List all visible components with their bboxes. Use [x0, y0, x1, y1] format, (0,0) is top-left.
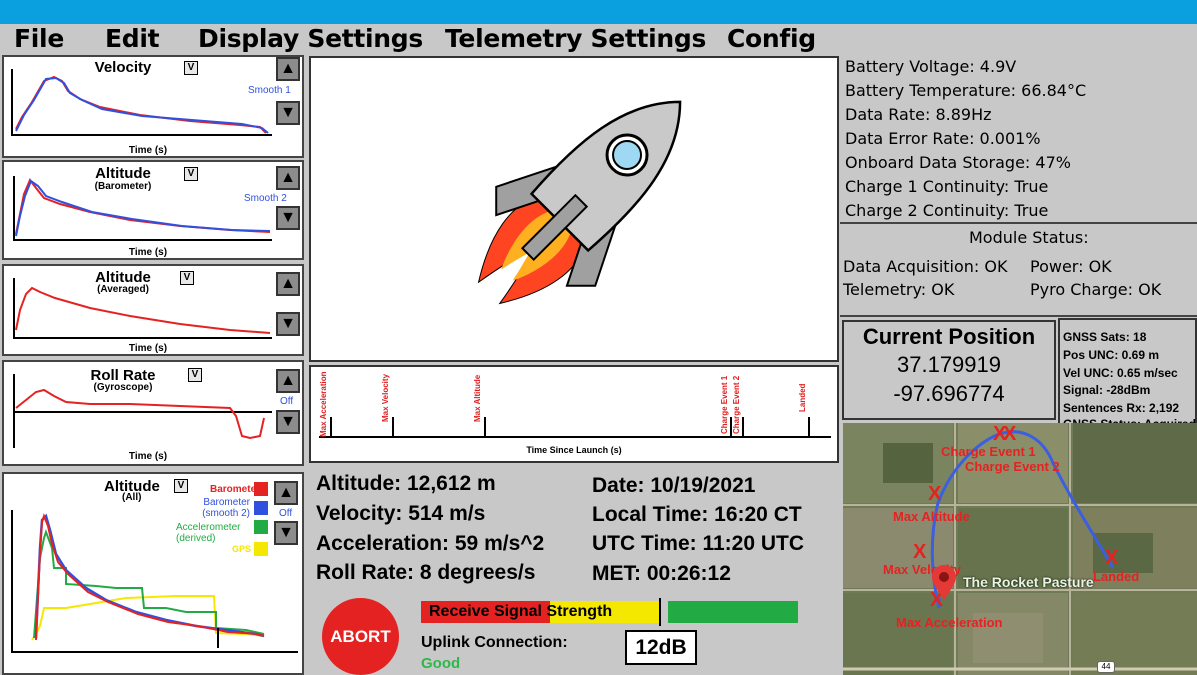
signal-db-value: 12dB — [625, 630, 697, 665]
gnss-signal: Signal: -28dBm — [1063, 383, 1151, 397]
module-status-title: Module Status: — [969, 228, 1089, 247]
timeline-max-velocity: Max Velocity — [381, 373, 390, 422]
position-title: Current Position — [862, 324, 1036, 349]
altitude-baro-plot — [13, 176, 272, 241]
roll-rate-readout: Roll Rate: 8 degrees/s — [316, 561, 536, 584]
altitude-all-graph-panel: Altitude (All) V Barometer Barometer (smo… — [2, 472, 304, 675]
acceleration-readout: Acceleration: 59 m/s^2 — [316, 532, 545, 555]
gnss-sats: GNSS Sats: 18 — [1063, 330, 1147, 344]
charge2-continuity: Charge 2 Continuity: True — [845, 201, 1049, 220]
roll-rate-up-button[interactable]: ▲ — [276, 369, 300, 393]
module-telemetry: Telemetry: OK — [843, 280, 955, 299]
onboard-data-storage: Onboard Data Storage: 47% — [845, 153, 1071, 172]
local-time-readout: Local Time: 16:20 CT — [592, 503, 802, 526]
altitude-avg-down-button[interactable]: ▼ — [276, 312, 300, 336]
legend-barometer-swatch — [254, 482, 268, 496]
uplink-value: Good — [421, 655, 461, 672]
menu-edit[interactable]: Edit — [105, 24, 160, 53]
map-label-charge1: Charge Event 1 — [941, 444, 1036, 459]
event-timeline: Max Acceleration Max Velocity Max Altitu… — [309, 365, 839, 463]
altitude-avg-graph-panel: Altitude (Averaged) V ▲ ▼ Time (s) — [2, 264, 304, 356]
map-marker-max-velocity: X — [913, 541, 927, 563]
altitude-avg-plot — [13, 278, 272, 339]
gnss-panel: GNSS Sats: 18 Pos UNC: 0.69 m Vel UNC: 0… — [1058, 318, 1197, 432]
position-latitude: 37.179919 — [897, 352, 1001, 377]
altitude-baro-graph-panel: Altitude (Barometer) V ▲ Smooth 2 ▼ Time… — [2, 160, 304, 260]
module-status-panel: Module Status: Data Acquisition: OK Powe… — [840, 224, 1197, 317]
data-error-rate: Data Error Rate: 0.001% — [845, 129, 1041, 148]
module-pyro-charge: Pyro Charge: OK — [1030, 280, 1162, 299]
abort-button[interactable]: ABORT — [322, 598, 399, 675]
roll-rate-down-button[interactable]: ▼ — [276, 410, 300, 434]
map-place-label: The Rocket Pasture — [963, 574, 1094, 590]
velocity-plot — [11, 69, 272, 136]
velocity-readout: Velocity: 514 m/s — [316, 502, 486, 525]
map-marker-landed: X — [1105, 547, 1119, 569]
altitude-all-plot — [11, 510, 298, 653]
map-label-max-altitude: Max Altitude — [893, 509, 970, 524]
rocket-view — [309, 56, 839, 362]
gnss-sentences: Sentences Rx: 2,192 — [1063, 401, 1180, 415]
menu-file[interactable]: File — [14, 24, 64, 53]
current-position-box: Current Position 37.179919 -97.696774 — [842, 320, 1056, 420]
altitude-baro-down-button[interactable]: ▼ — [276, 206, 300, 230]
map-label-landed: Landed — [1093, 569, 1140, 584]
velocity-graph-panel: Velocity V ▲ Smooth 1 ▼ Time (s) — [2, 55, 304, 158]
signal-indicator — [659, 598, 661, 626]
utc-time-readout: UTC Time: 11:20 UTC — [592, 532, 804, 555]
timeline-max-acceleration: Max Acceleration — [319, 371, 328, 437]
menu-config[interactable]: Config — [727, 24, 816, 53]
map-label-charge2: Charge Event 2 — [965, 459, 1060, 474]
gnss-vel-unc: Vel UNC: 0.65 m/sec — [1063, 366, 1178, 380]
map-label-max-acceleration: Max Acceleration — [896, 615, 1003, 630]
altitude-avg-x-label: Time (s) — [128, 343, 168, 354]
menu-display-settings[interactable]: Display Settings — [198, 24, 423, 53]
flight-map[interactable]: X X X X X X Charge Event 1 Charge Event … — [843, 423, 1197, 675]
date-readout: Date: 10/19/2021 — [592, 474, 756, 497]
title-bar — [0, 0, 1197, 24]
system-status-panel: Battery Voltage: 4.9V Battery Temperatur… — [840, 54, 1197, 224]
map-marker-max-altitude: X — [928, 483, 942, 505]
battery-voltage: Battery Voltage: 4.9V — [845, 57, 1017, 76]
roll-rate-x-label: Time (s) — [128, 451, 168, 462]
map-marker-charge2: X — [1003, 423, 1017, 445]
roll-rate-smooth-label[interactable]: Off — [280, 396, 293, 407]
met-readout: MET: 00:26:12 — [592, 562, 731, 585]
altitude-baro-up-button[interactable]: ▲ — [276, 166, 300, 190]
rocket-icon — [477, 100, 682, 305]
timeline-charge-event-1: Charge Event 1 — [720, 375, 729, 434]
timeline-max-altitude: Max Altitude — [473, 374, 482, 422]
signal-strength-bar: Receive Signal Strength — [421, 598, 798, 626]
altitude-readout: Altitude: 12,612 m — [316, 472, 496, 495]
legend-barometer: Barometer — [210, 484, 261, 495]
altitude-all-subtitle: (All) — [122, 492, 142, 503]
altitude-all-up-button[interactable]: ▲ — [274, 481, 298, 505]
battery-temperature: Battery Temperature: 66.84°C — [845, 81, 1087, 100]
timeline-x-label: Time Since Launch (s) — [526, 445, 622, 455]
altitude-all-dropdown[interactable]: V — [174, 479, 188, 493]
altitude-avg-up-button[interactable]: ▲ — [276, 272, 300, 296]
menu-bar: File Edit Display Settings Telemetry Set… — [0, 24, 1197, 54]
module-data-acquisition: Data Acquisition: OK — [843, 257, 1008, 276]
module-power: Power: OK — [1030, 257, 1112, 276]
gnss-pos-unc: Pos UNC: 0.69 m — [1063, 348, 1160, 362]
position-longitude: -97.696774 — [893, 381, 1005, 406]
roll-rate-graph-panel: Roll Rate (Gyroscope) V ▲ Off ▼ Time (s) — [2, 360, 304, 466]
menu-telemetry-settings[interactable]: Telemetry Settings — [445, 24, 706, 53]
altitude-baro-x-label: Time (s) — [128, 247, 168, 258]
map-road-shield: 44 — [1097, 661, 1115, 673]
timeline-charge-event-2: Charge Event 2 — [732, 375, 741, 434]
signal-strength-label: Receive Signal Strength — [429, 603, 613, 620]
velocity-x-label: Time (s) — [128, 145, 168, 156]
charge1-continuity: Charge 1 Continuity: True — [845, 177, 1049, 196]
data-rate: Data Rate: 8.89Hz — [845, 105, 992, 124]
map-pin-icon — [932, 565, 956, 600]
uplink-label: Uplink Connection: — [421, 634, 568, 651]
timeline-landed: Landed — [798, 383, 807, 412]
roll-rate-plot — [13, 374, 272, 448]
